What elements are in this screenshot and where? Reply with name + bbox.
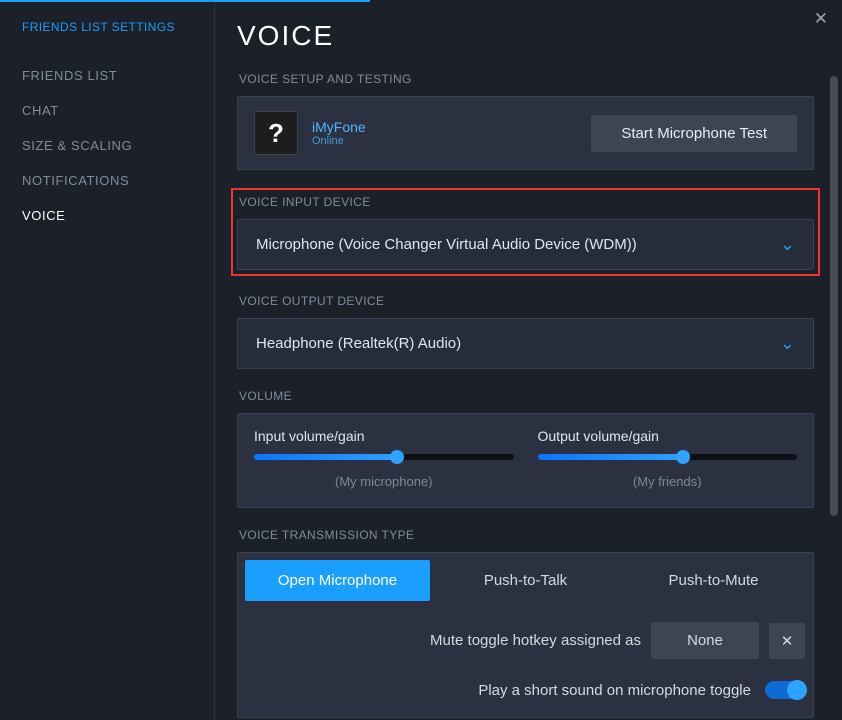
section-input-label: VOICE INPUT DEVICE xyxy=(239,195,814,209)
user-status: Online xyxy=(312,135,366,147)
input-volume-sub: (My microphone) xyxy=(254,474,514,489)
chevron-down-icon: ⌄ xyxy=(780,234,795,255)
transmission-panel: Open Microphone Push-to-Talk Push-to-Mut… xyxy=(237,552,814,718)
output-volume-slider[interactable] xyxy=(538,454,798,460)
input-device-dropdown[interactable]: Microphone (Voice Changer Virtual Audio … xyxy=(237,219,814,270)
toggle-knob xyxy=(787,680,807,700)
section-volume-label: VOLUME xyxy=(239,389,814,403)
sidebar-title: FRIENDS LIST SETTINGS xyxy=(22,20,192,34)
input-volume-block: Input volume/gain (My microphone) xyxy=(254,428,514,489)
avatar: ? xyxy=(254,111,298,155)
tab-open-microphone[interactable]: Open Microphone xyxy=(245,560,430,601)
sidebar-item-voice[interactable]: VOICE xyxy=(22,198,192,233)
hotkey-slot[interactable]: None xyxy=(651,622,759,659)
sidebar-item-friends-list[interactable]: FRIENDS LIST xyxy=(22,58,192,93)
section-transmission-label: VOICE TRANSMISSION TYPE xyxy=(239,528,814,542)
sidebar-item-size-scaling[interactable]: SIZE & SCALING xyxy=(22,128,192,163)
section-setup-label: VOICE SETUP AND TESTING xyxy=(239,72,814,86)
slider-fill xyxy=(538,454,683,460)
sidebar-item-notifications[interactable]: NOTIFICATIONS xyxy=(22,163,192,198)
sidebar-item-chat[interactable]: CHAT xyxy=(22,93,192,128)
sound-toggle[interactable] xyxy=(765,681,805,699)
highlight-input-device: VOICE INPUT DEVICE Microphone (Voice Cha… xyxy=(231,188,820,276)
input-device-value: Microphone (Voice Changer Virtual Audio … xyxy=(256,236,637,253)
body: FRIENDS LIST SETTINGS FRIENDS LIST CHAT … xyxy=(0,2,842,720)
input-volume-label: Input volume/gain xyxy=(254,428,514,444)
start-mic-test-button[interactable]: Start Microphone Test xyxy=(591,115,797,152)
setup-panel: ? iMyFone Online Start Microphone Test xyxy=(237,96,814,170)
section-output-label: VOICE OUTPUT DEVICE xyxy=(239,294,814,308)
settings-window: ✕ FRIENDS LIST SETTINGS FRIENDS LIST CHA… xyxy=(0,0,842,720)
user-block: iMyFone Online xyxy=(312,119,366,147)
chevron-down-icon: ⌄ xyxy=(780,333,795,354)
scrollbar[interactable] xyxy=(830,4,838,718)
sound-toggle-row: Play a short sound on microphone toggle xyxy=(238,669,813,717)
content-column: VOICE VOICE SETUP AND TESTING ? iMyFone … xyxy=(215,2,842,720)
output-device-value: Headphone (Realtek(R) Audio) xyxy=(256,335,461,352)
volume-panel: Input volume/gain (My microphone) Output… xyxy=(237,413,814,508)
output-device-dropdown[interactable]: Headphone (Realtek(R) Audio) ⌄ xyxy=(237,318,814,369)
slider-thumb[interactable] xyxy=(390,450,404,464)
tab-push-to-talk[interactable]: Push-to-Talk xyxy=(433,560,618,601)
content: VOICE VOICE SETUP AND TESTING ? iMyFone … xyxy=(215,2,826,720)
sidebar: FRIENDS LIST SETTINGS FRIENDS LIST CHAT … xyxy=(0,2,215,720)
sound-toggle-label: Play a short sound on microphone toggle xyxy=(478,682,751,699)
hotkey-clear-button[interactable]: ✕ xyxy=(769,623,805,659)
output-volume-sub: (My friends) xyxy=(538,474,798,489)
slider-fill xyxy=(254,454,397,460)
slider-thumb[interactable] xyxy=(676,450,690,464)
output-volume-block: Output volume/gain (My friends) xyxy=(538,428,798,489)
hotkey-label: Mute toggle hotkey assigned as xyxy=(430,632,641,649)
close-icon[interactable]: ✕ xyxy=(814,10,828,27)
scrollbar-thumb[interactable] xyxy=(830,76,838,516)
hotkey-row: Mute toggle hotkey assigned as None ✕ xyxy=(238,608,813,669)
tab-push-to-mute[interactable]: Push-to-Mute xyxy=(621,560,806,601)
page-title: VOICE xyxy=(237,20,814,52)
transmission-tabs: Open Microphone Push-to-Talk Push-to-Mut… xyxy=(238,553,813,608)
output-volume-label: Output volume/gain xyxy=(538,428,798,444)
input-volume-slider[interactable] xyxy=(254,454,514,460)
user-name: iMyFone xyxy=(312,119,366,135)
